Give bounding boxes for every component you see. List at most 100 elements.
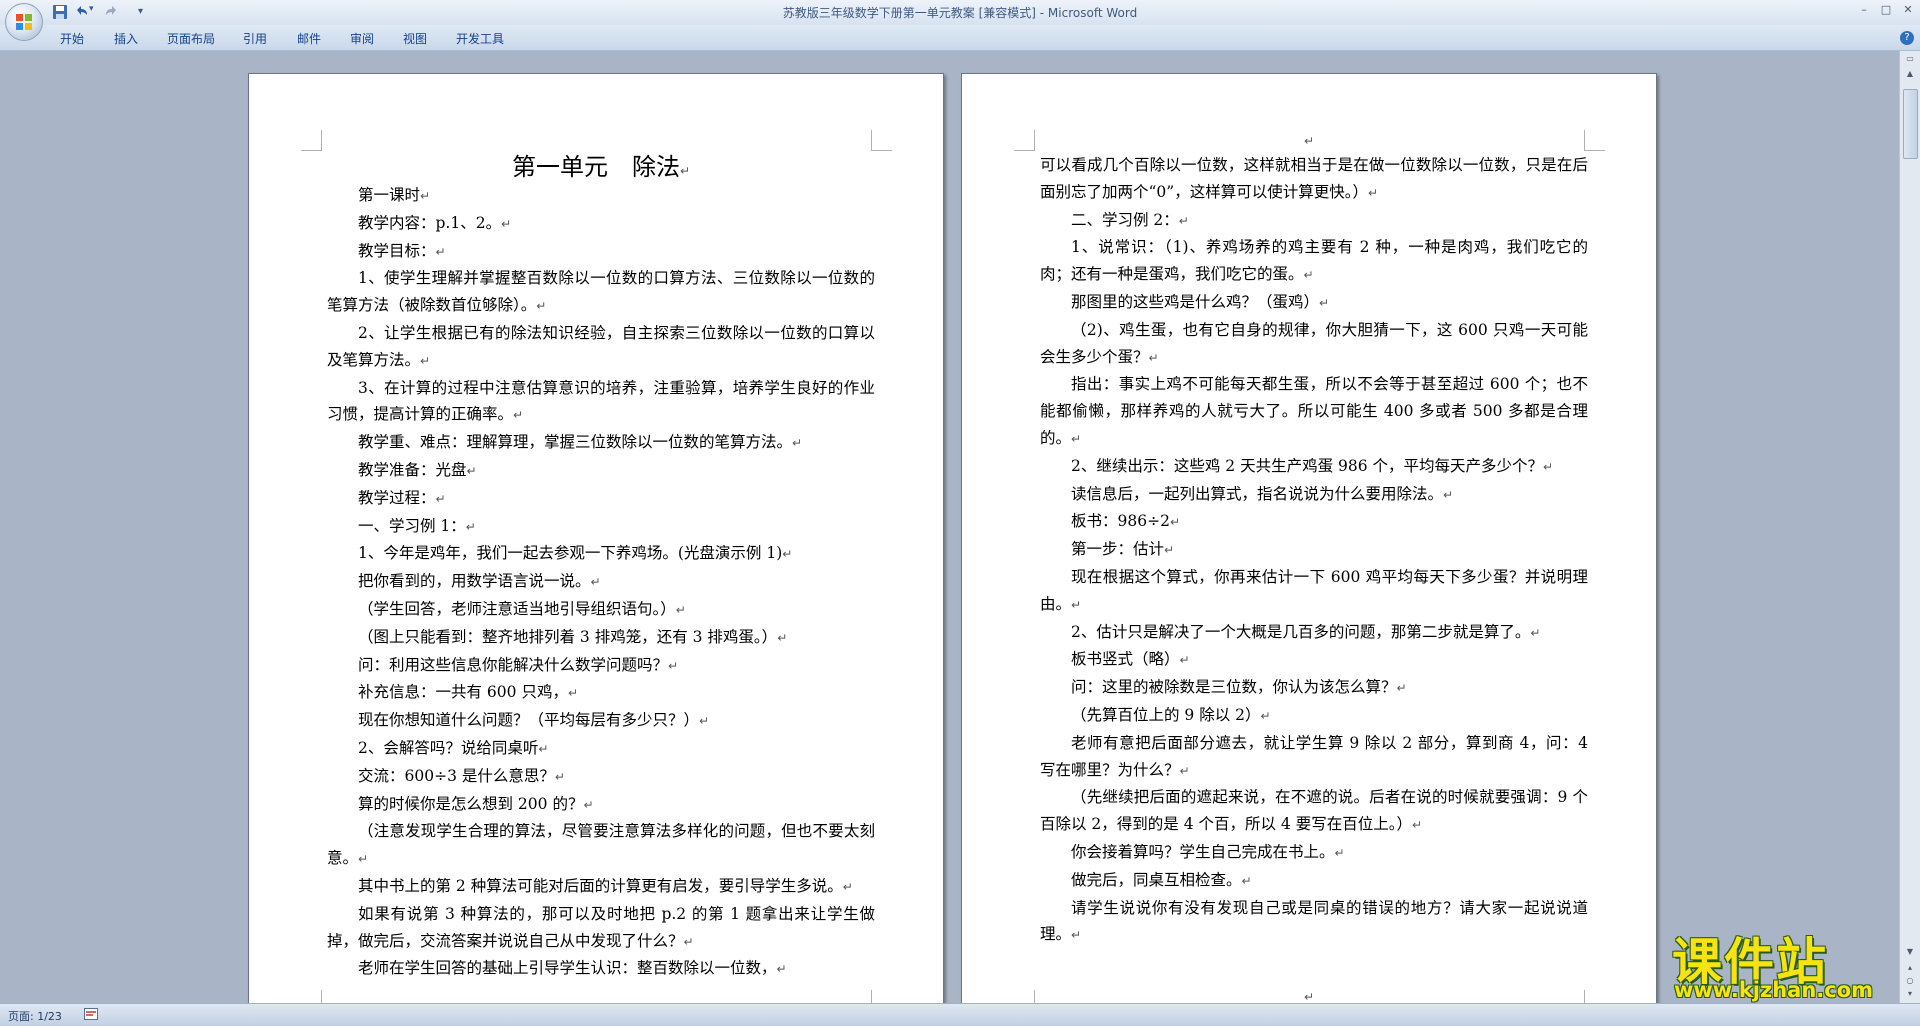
paragraph: 补充信息：一共有 600 只鸡，↵: [358, 683, 579, 702]
paragraph-mark: ↵: [1241, 873, 1252, 888]
paragraph-mark: ↵: [567, 686, 579, 701]
previous-page-icon[interactable]: ▴: [1904, 963, 1916, 973]
paragraph: 第一课时↵: [358, 186, 431, 204]
paragraph: （2)、鸡生蛋，也有它自身的规律，你大胆猜一下，这 600 只鸡一天可能会生多少…: [1040, 320, 1588, 366]
paragraph-mark: ↵: [1148, 350, 1159, 365]
paragraph-mark: ↵: [842, 879, 853, 894]
paragraph: 1、说常识：（1)、养鸡场养的鸡主要有 2 种，一种是肉鸡，我们吃它的肉；还有一…: [1040, 238, 1588, 284]
tab-home[interactable]: 开始: [60, 30, 84, 47]
status-bar: 页面: 1/23: [0, 1003, 1920, 1026]
paragraph-mark: ↵: [536, 299, 547, 314]
ruler-toggle-icon[interactable]: ▭: [1904, 54, 1916, 64]
crop-mark: [871, 130, 892, 151]
window-title: 苏教版三年级数学下册第一单元教案 [兼容模式] - Microsoft Word: [782, 6, 1138, 20]
paragraph: 二、学习例 2：↵: [1071, 210, 1189, 229]
tab-mailings[interactable]: 邮件: [297, 30, 321, 47]
paragraph: （先继续把后面的遮起来说，在不遮的说。后者在说的时候就要强调：9 个百除以 2，…: [1040, 788, 1588, 834]
paragraph: 把你看到的，用数学语言说一说。↵: [358, 572, 601, 591]
paragraph-mark: ↵: [1530, 625, 1541, 640]
scroll-up-icon[interactable]: ▲: [1904, 69, 1916, 79]
paragraph: 第一步：估计↵: [1071, 540, 1175, 559]
paragraph: 教学重、难点：理解算理，掌握三位数除以一位数的笔算方法。↵: [358, 433, 803, 452]
crop-mark: [871, 990, 892, 1003]
office-logo-icon: [16, 14, 32, 30]
paragraph-mark: ↵: [1260, 708, 1271, 723]
paragraph-mark: ↵: [513, 408, 524, 423]
paragraph-mark: ↵: [1319, 295, 1330, 310]
paragraph-mark: ↵: [466, 463, 477, 478]
paragraph: 2、估计只是解决了一个大概是几百多的问题，那第二步就是算了。↵: [1071, 622, 1541, 641]
tab-view[interactable]: 视图: [403, 30, 427, 47]
paragraph-mark: ↵: [465, 519, 476, 534]
document-page-1[interactable]: 第一单元 除法↵ 第一课时↵ 教学内容：p.1、2。↵ 教学目标：↵ 1、使学生理解并…: [248, 73, 944, 1003]
scroll-down-icon[interactable]: ▼: [1904, 947, 1916, 957]
page-1-text[interactable]: 第一单元 除法↵ 第一课时↵ 教学内容：p.1、2。↵ 教学目标：↵ 1、使学生理解并…: [327, 152, 875, 983]
tab-insert[interactable]: 插入: [114, 30, 138, 47]
paragraph-mark: ↵: [1334, 845, 1345, 860]
paragraph: 指出：事实上鸡不可能每天都生蛋，所以不会等于甚至超过 600 个；也不能都偷懒，…: [1040, 375, 1588, 447]
tab-developer[interactable]: 开发工具: [456, 30, 504, 47]
paragraph: 1、今年是鸡年，我们一起去参观一下养鸡场。(光盘演示例 1)↵: [358, 544, 793, 563]
paragraph-mark: ↵: [1179, 653, 1190, 668]
vertical-scrollbar[interactable]: ▭ ▲ ▼ ▴ ○ ▾: [1899, 51, 1920, 1003]
paragraph-mark: ↵: [420, 189, 431, 203]
paragraph: 其中书上的第 2 种算法可能对后面的计算更有启发，要引导学生多说。↵: [358, 876, 853, 895]
minimize-button[interactable]: –: [1856, 2, 1872, 18]
paragraph-mark: ↵: [420, 353, 431, 368]
paragraph-mark: ↵: [554, 769, 565, 784]
paragraph-mark: ↵: [435, 491, 446, 506]
paragraph: （学生回答，老师注意适当地引导组织语句。）↵: [358, 599, 686, 618]
tab-review[interactable]: 审阅: [350, 30, 374, 47]
document-area[interactable]: 第一单元 除法↵ 第一课时↵ 教学内容：p.1、2。↵ 教学目标：↵ 1、使学生理解并…: [0, 51, 1900, 1003]
paragraph-mark: ↵: [792, 436, 803, 451]
paragraph-mark: ↵: [1443, 487, 1454, 502]
paragraph-mark: ↵: [776, 962, 787, 977]
paragraph-mark: ↵: [1071, 597, 1082, 612]
paragraph: 如果有说第 3 种算法的，那可以及时地把 p.2 的第 1 题拿出来让学生做掉，…: [327, 904, 875, 950]
paragraph-mark: ↵: [583, 797, 594, 812]
proofing-status-icon[interactable]: [84, 1008, 98, 1020]
paragraph-mark: ↵: [675, 602, 686, 617]
title-bar: ▾ ▾ 苏教版三年级数学下册第一单元教案 [兼容模式] - Microsoft …: [0, 0, 1920, 41]
paragraph: 老师有意把后面部分遮去，就让学生算 9 除以 2 部分，算到商 4，问：4 写在…: [1040, 733, 1588, 779]
paragraph-mark: ↵: [1071, 928, 1082, 943]
paragraph-mark: ↵: [668, 658, 679, 673]
paragraph-mark: ↵: [1543, 459, 1554, 474]
office-button[interactable]: [5, 3, 43, 41]
paragraph: 板书：986÷2↵: [1071, 512, 1180, 531]
document-page-2[interactable]: ↵ ↵ 可以看成几个百除以一位数，这样就相当于是在做一位数除以一位数，只是在后面…: [961, 73, 1657, 1003]
paragraph: 2、会解答吗？说给同桌听↵: [358, 738, 549, 757]
paragraph: 问：利用这些信息你能解决什么数学问题吗？↵: [358, 655, 679, 674]
page-count[interactable]: 页面: 1/23: [8, 1008, 62, 1024]
crop-mark: [301, 990, 322, 1003]
paragraph-mark: ↵: [1169, 515, 1180, 530]
page-2-text[interactable]: 可以看成几个百除以一位数，这样就相当于是在做一位数除以一位数，只是在后面别忘了加…: [1040, 152, 1588, 949]
scrollbar-thumb[interactable]: [1903, 89, 1918, 159]
tab-page-layout[interactable]: 页面布局: [167, 30, 215, 47]
paragraph-mark: ↵: [435, 244, 446, 259]
paragraph: 做完后，同桌互相检查。↵: [1071, 870, 1252, 889]
paragraph-mark: ↵: [1178, 213, 1189, 228]
paragraph: 现在根据这个算式，你再来估计一下 600 鸡平均每天下多少蛋？并说明理由。↵: [1040, 567, 1588, 613]
paragraph: 可以看成几个百除以一位数，这样就相当于是在做一位数除以一位数，只是在后面别忘了加…: [1040, 156, 1588, 201]
paragraph: 老师在学生回答的基础上引导学生认识：整百数除以一位数，↵: [358, 959, 787, 978]
paragraph-mark: ↵: [777, 630, 788, 645]
next-page-icon[interactable]: ▾: [1904, 989, 1916, 999]
paragraph: 教学目标：↵: [358, 241, 446, 260]
tab-references[interactable]: 引用: [243, 30, 267, 47]
paragraph: 请学生说说你有没有发现自己或是同桌的错误的地方？请大家一起说说道理。↵: [1040, 898, 1588, 944]
maximize-button[interactable]: □: [1878, 2, 1894, 18]
paragraph-mark: ↵: [699, 714, 710, 729]
paragraph-mark: ↵: [1411, 818, 1423, 833]
footer-paragraph-mark: ↵: [1303, 990, 1315, 1003]
close-button[interactable]: ✕: [1900, 2, 1916, 18]
help-icon[interactable]: ?: [1900, 31, 1914, 45]
paragraph: 教学过程：↵: [358, 488, 446, 507]
paragraph-mark: ↵: [538, 741, 549, 756]
paragraph-mark: ↵: [782, 547, 793, 562]
paragraph: 你会接着算吗？学生自己完成在书上。↵: [1071, 842, 1345, 861]
select-browse-object-icon[interactable]: ○: [1904, 976, 1916, 986]
paragraph: 2、让学生根据已有的除法知识经验，自主探索三位数除以一位数的口算以及笔算方法。↵: [327, 323, 875, 369]
paragraph: （注意发现学生合理的算法，尽管要注意算法多样化的问题，但也不要太刻意。↵: [327, 822, 875, 868]
paragraph: （图上只能看到：整齐地排列着 3 排鸡笼，还有 3 排鸡蛋。）↵: [358, 627, 788, 646]
